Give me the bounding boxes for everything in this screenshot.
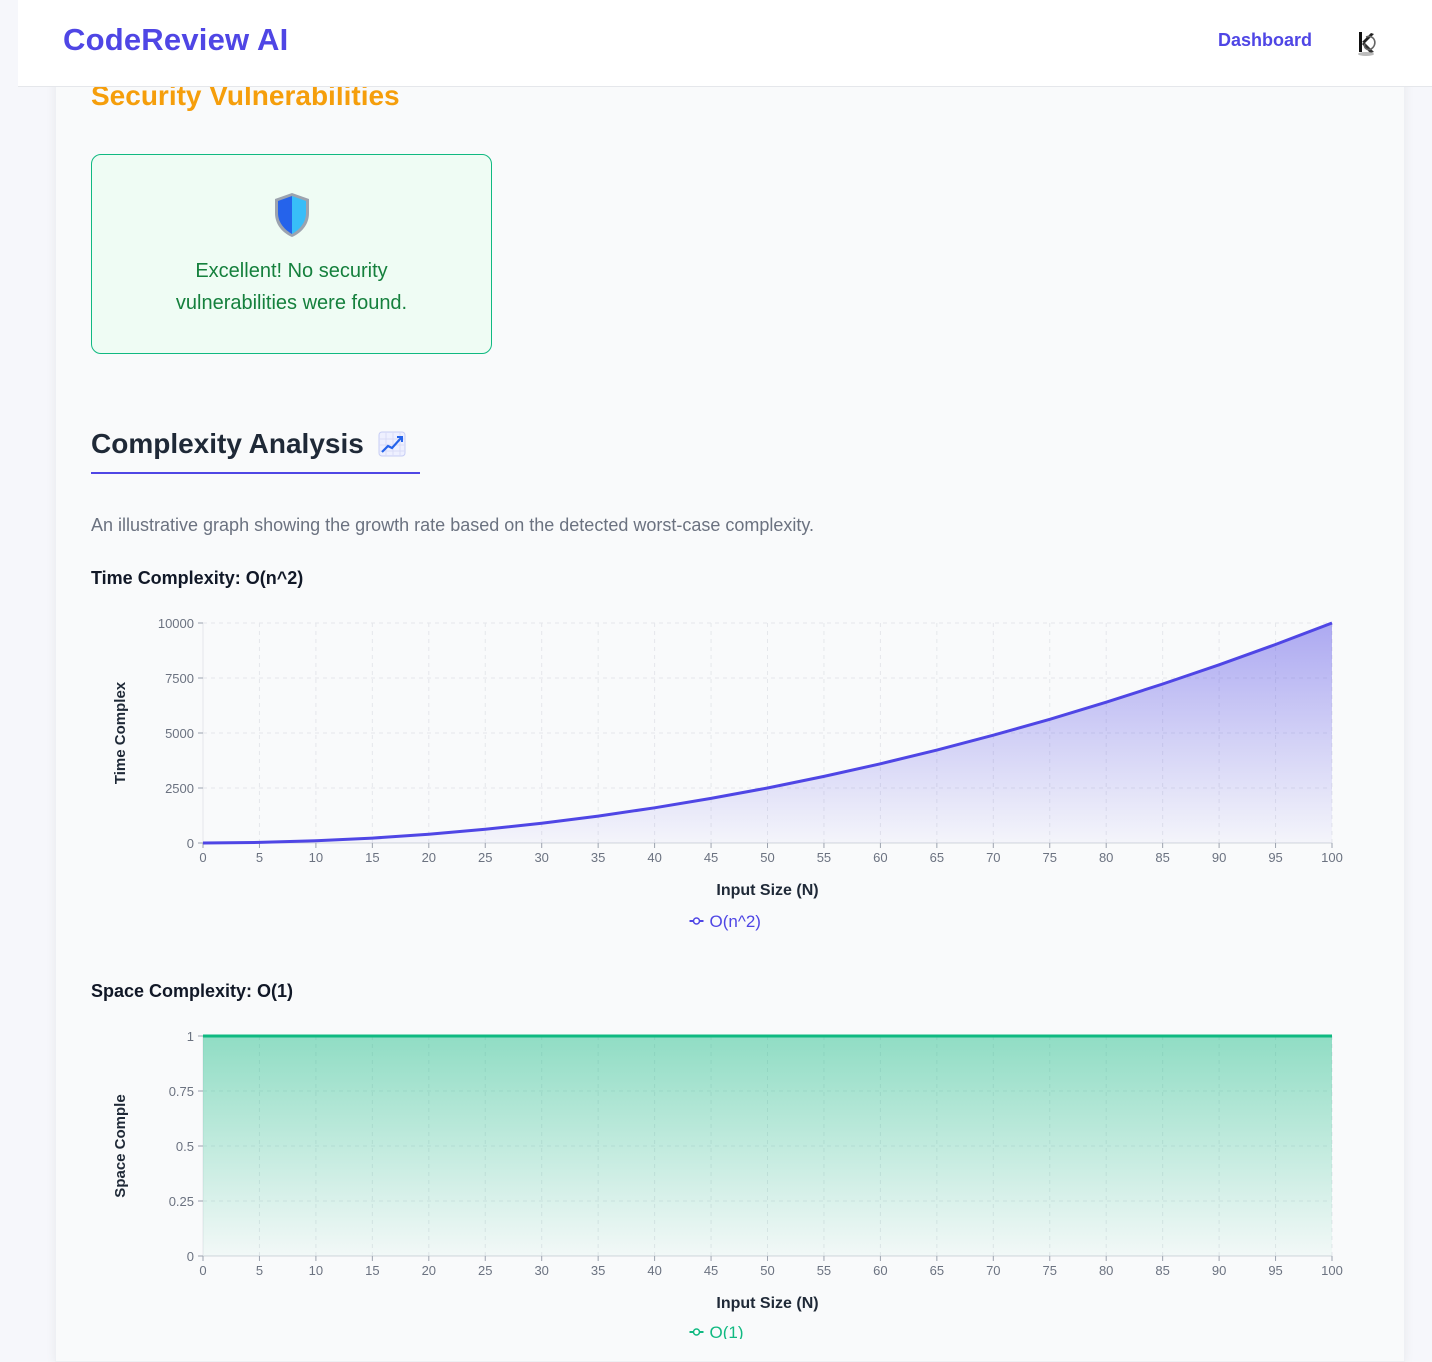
security-message-line1: Excellent! No security: [195, 260, 388, 282]
series-area: [203, 1036, 1332, 1256]
x-tick-label: 40: [647, 850, 661, 865]
legend-label: O(n^2): [710, 912, 761, 931]
x-tick-label: 65: [930, 850, 944, 865]
y-tick-label: 0.25: [169, 1194, 194, 1209]
security-result-box: Excellent! No security vulnerabilities w…: [91, 154, 492, 354]
x-tick-label: 50: [760, 850, 774, 865]
x-tick-label: 30: [534, 850, 548, 865]
x-tick-label: 0: [199, 850, 206, 865]
x-tick-label: 100: [1321, 850, 1343, 865]
x-tick-label: 65: [930, 1263, 944, 1278]
x-tick-label: 85: [1155, 1263, 1169, 1278]
x-tick-label: 75: [1043, 850, 1057, 865]
x-tick-label: 100: [1321, 1263, 1343, 1278]
y-tick-label: 10000: [158, 616, 194, 631]
time-complexity-chart: 0 5 10 15 20 25 30 35 40 45 50 55 60 65 70 75 80 85 90 95 10…: [112, 616, 1343, 931]
complexity-section-title: Complexity Analysis: [91, 428, 420, 474]
x-tick-label: 60: [873, 1263, 887, 1278]
x-tick-label: 20: [422, 1263, 436, 1278]
y-tick-label: 0: [187, 1249, 194, 1264]
x-tick-label: 35: [591, 850, 605, 865]
x-tick-label: 5: [256, 1263, 263, 1278]
brand-logo[interactable]: CodeReview AI: [63, 22, 288, 58]
x-tick-label: 10: [309, 850, 323, 865]
x-axis-label: Input Size (N): [716, 1295, 818, 1312]
complexity-description: An illustrative graph showing the growth…: [91, 515, 815, 535]
x-tick-label: 70: [986, 1263, 1000, 1278]
security-message: Excellent! No security vulnerabilities w…: [92, 255, 491, 319]
y-tick-label: 7500: [165, 671, 194, 686]
space-complexity-chart: 0 5 10 15 20 25 30 35 40 45 50 55 60 65 70 75 80 85 90 95 10…: [112, 1029, 1343, 1339]
y-tick-label: 0: [187, 836, 194, 851]
x-tick-label: 45: [704, 1263, 718, 1278]
x-tick-label: 80: [1099, 850, 1113, 865]
top-navbar: CodeReview AI Dashboard: [18, 0, 1432, 87]
x-tick-label: 90: [1212, 1263, 1226, 1278]
x-tick-label: 75: [1043, 1263, 1057, 1278]
y-axis-label: Time Complex: [112, 681, 129, 784]
x-tick-label: 40: [647, 1263, 661, 1278]
x-tick-label: 30: [534, 1263, 548, 1278]
x-tick-label: 20: [422, 850, 436, 865]
legend-swatch-dot: [692, 1328, 701, 1336]
y-tick-label: 1: [187, 1029, 194, 1044]
x-tick-label: 45: [704, 850, 718, 865]
y-tick-label: 2500: [165, 781, 194, 796]
nav-dashboard-link[interactable]: Dashboard: [1218, 30, 1312, 51]
x-tick-label: 85: [1155, 850, 1169, 865]
x-tick-label: 95: [1268, 850, 1282, 865]
x-tick-label: 80: [1099, 1263, 1113, 1278]
y-tick-label: 5000: [165, 726, 194, 741]
x-tick-label: 55: [817, 1263, 831, 1278]
x-tick-label: 15: [365, 850, 379, 865]
complexity-title-text: Complexity Analysis: [91, 428, 364, 459]
y-axis-label: Space Comple: [112, 1094, 129, 1197]
x-tick-label: 35: [591, 1263, 605, 1278]
y-tick-label: 0.75: [169, 1084, 194, 1099]
x-tick-label: 90: [1212, 850, 1226, 865]
space-complexity-heading: Space Complexity: O(1): [91, 981, 294, 1001]
x-axis-label: Input Size (N): [716, 882, 818, 899]
x-tick-label: 55: [817, 850, 831, 865]
x-tick-label: 60: [873, 850, 887, 865]
x-tick-label: 95: [1268, 1263, 1282, 1278]
chart-increasing-icon: [378, 431, 406, 457]
legend-label: O(1): [710, 1323, 744, 1339]
security-message-line2: vulnerabilities were found.: [175, 292, 408, 314]
x-tick-label: 25: [478, 850, 492, 865]
x-tick-label: 0: [199, 1263, 206, 1278]
x-tick-label: 70: [986, 850, 1000, 865]
x-tick-label: 50: [760, 1263, 774, 1278]
legend-swatch-dot: [692, 917, 701, 925]
shield-icon: [275, 193, 309, 237]
x-tick-label: 10: [309, 1263, 323, 1278]
y-tick-label: 0.5: [176, 1139, 194, 1154]
x-tick-label: 15: [365, 1263, 379, 1278]
time-complexity-heading: Time Complexity: O(n^2): [91, 568, 304, 588]
x-tick-label: 5: [256, 850, 263, 865]
user-avatar-icon[interactable]: [1349, 25, 1383, 59]
x-tick-label: 25: [478, 1263, 492, 1278]
